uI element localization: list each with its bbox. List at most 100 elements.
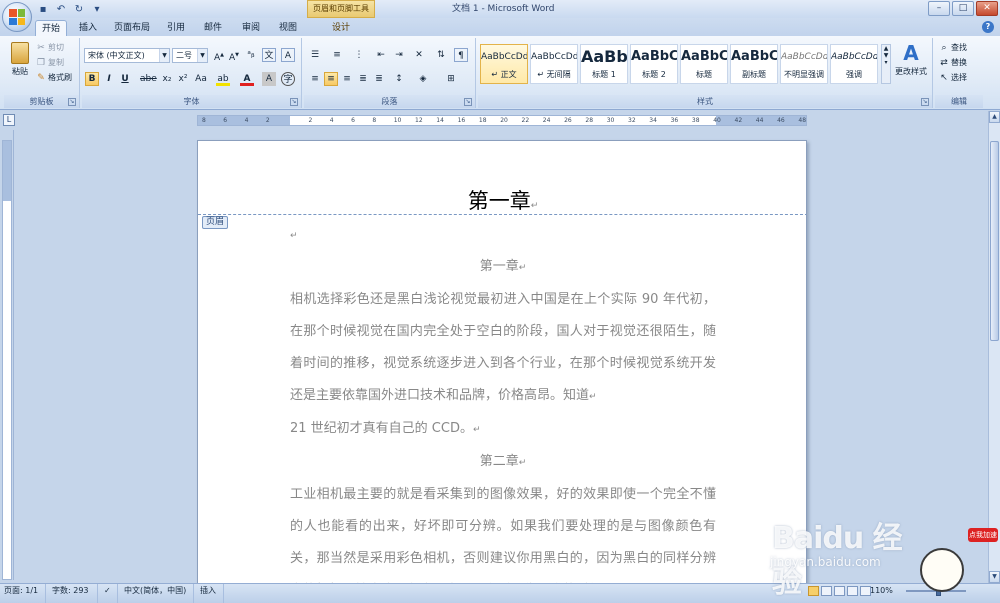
- scroll-down-icon[interactable]: ▼: [989, 571, 1000, 583]
- character-border-icon[interactable]: A: [281, 48, 295, 62]
- phonetic-guide-icon[interactable]: 文: [262, 48, 276, 62]
- style-emphasis[interactable]: AaBbCcDd 强调: [830, 44, 878, 84]
- align-left-icon[interactable]: ≡: [308, 72, 322, 86]
- office-button[interactable]: [2, 2, 32, 32]
- styles-group: AaBbCcDd ↵ 正文 AaBbCcDd ↵ 无间隔 AaBb 标题 1 A…: [478, 38, 933, 108]
- proofing-icon[interactable]: ✓: [100, 584, 118, 603]
- grow-font-icon[interactable]: A▲: [212, 48, 226, 63]
- redo-icon[interactable]: ↻: [72, 2, 86, 16]
- font-name-combo[interactable]: 宋体 (中文正文) ▼: [84, 48, 170, 63]
- paragraph-launcher-icon[interactable]: ↘: [464, 98, 472, 106]
- paragraph-group: ☰ ≡ ⋮ ⇤ ⇥ ✕ ⇅ ¶ ≡ ≡ ≡ ≣ ≣ ↕ ◈ ⊞ 段落 ↘: [304, 38, 476, 108]
- change-case-icon[interactable]: Aa: [194, 72, 208, 86]
- show-marks-icon[interactable]: ¶: [454, 48, 468, 62]
- find-button[interactable]: ⌕ 查找: [939, 42, 967, 53]
- style-normal[interactable]: AaBbCcDd ↵ 正文: [480, 44, 528, 84]
- justify-icon[interactable]: ≣: [356, 72, 370, 86]
- tab-page-layout[interactable]: 页面布局: [110, 20, 154, 36]
- borders-icon[interactable]: ⊞: [444, 72, 458, 86]
- ruler-tick-label: 4: [244, 117, 249, 124]
- close-button[interactable]: ✕: [976, 1, 998, 16]
- increase-indent-icon[interactable]: ⇥: [392, 48, 406, 62]
- style-title[interactable]: AaBbC 标题: [680, 44, 728, 84]
- shrink-font-icon[interactable]: A▼: [227, 48, 241, 63]
- tab-references[interactable]: 引用: [162, 20, 190, 36]
- insert-mode[interactable]: 插入: [196, 584, 224, 603]
- bullets-icon[interactable]: ☰: [308, 48, 322, 62]
- tab-mailings[interactable]: 邮件: [199, 20, 227, 36]
- decrease-indent-icon[interactable]: ⇤: [374, 48, 388, 62]
- sort-icon[interactable]: ⇅: [434, 48, 448, 62]
- line-spacing-icon[interactable]: ↕: [392, 72, 406, 86]
- chinese-layout-icon[interactable]: ✕: [412, 48, 426, 62]
- bold-button[interactable]: B: [85, 72, 99, 86]
- help-icon[interactable]: ?: [982, 21, 994, 33]
- align-right-icon[interactable]: ≡: [340, 72, 354, 86]
- shading-icon[interactable]: ◈: [416, 72, 430, 86]
- style-heading-2[interactable]: AaBbC 标题 2: [630, 44, 678, 84]
- ribbon: 粘贴 ✂ 剪切 ❐ 复制 ✎ 格式刷 剪贴板 ↘ 宋体 (中文正文) ▼ 二号 …: [0, 36, 1000, 110]
- character-shading-icon[interactable]: A: [262, 72, 276, 86]
- underline-button[interactable]: U: [118, 72, 132, 86]
- language-indicator[interactable]: 中文(简体，中国): [120, 584, 194, 603]
- subscript-button[interactable]: x₂: [160, 72, 174, 86]
- undo-icon[interactable]: ↶: [54, 2, 68, 16]
- ribbon-tabs: 开始 插入 页面布局 引用 邮件 审阅 视图 设计 ?: [0, 18, 1000, 36]
- maximize-button[interactable]: □: [952, 1, 974, 16]
- multilevel-list-icon[interactable]: ⋮: [352, 48, 366, 62]
- vertical-ruler[interactable]: [0, 130, 14, 580]
- font-color-icon[interactable]: A: [240, 72, 254, 86]
- select-button[interactable]: ↖ 选择: [939, 72, 967, 83]
- scroll-thumb[interactable]: [990, 141, 999, 341]
- italic-button[interactable]: I: [102, 72, 116, 86]
- window-controls: – □ ✕: [928, 1, 998, 16]
- style-subtitle[interactable]: AaBbC 副标题: [730, 44, 778, 84]
- tab-selector-icon[interactable]: L: [3, 114, 15, 126]
- vertical-scrollbar[interactable]: ▲ ▼: [988, 111, 1000, 583]
- speedup-badge[interactable]: 点我加速: [968, 528, 998, 542]
- style-subtle-emphasis[interactable]: AaBbCcDd 不明显强调: [780, 44, 828, 84]
- replace-button[interactable]: ⇄ 替换: [939, 57, 967, 68]
- style-heading-1[interactable]: AaBb 标题 1: [580, 44, 628, 84]
- tab-view[interactable]: 视图: [273, 20, 303, 36]
- header-content[interactable]: 第一章↵: [198, 185, 806, 215]
- document-body[interactable]: 第一章↵ 相机选择彩色还是黑白浅论视觉最初进入中国是在上个实际 90 年代初，在…: [290, 251, 716, 599]
- enclose-character-icon[interactable]: 字: [281, 72, 295, 86]
- save-icon[interactable]: ▪: [36, 2, 50, 16]
- tab-design[interactable]: 设计: [326, 20, 356, 36]
- styles-scroll[interactable]: ▲ ▼ ▾: [881, 44, 891, 84]
- copy-button[interactable]: ❐ 复制: [36, 57, 64, 68]
- superscript-button[interactable]: x²: [176, 72, 190, 86]
- ruler-tick-label: 20: [500, 117, 508, 124]
- page-count[interactable]: 页面: 1/1: [0, 584, 46, 603]
- horizontal-ruler[interactable]: 8 6 4 2 2 4 6 8 10 12 14 16 18 20 22 24 26 28 30 32 34 36 38 40…: [197, 115, 807, 126]
- scroll-up-icon[interactable]: ▲: [989, 111, 1000, 123]
- tab-review[interactable]: 审阅: [236, 20, 266, 36]
- clipboard-launcher-icon[interactable]: ↘: [68, 98, 76, 106]
- minimize-button[interactable]: –: [928, 1, 950, 16]
- distributed-icon[interactable]: ≣: [372, 72, 386, 86]
- tab-insert[interactable]: 插入: [72, 20, 104, 36]
- change-styles-button[interactable]: A 更改样式: [892, 42, 930, 77]
- document-page[interactable]: 第一章↵ 页眉 ↵ 第一章↵ 相机选择彩色还是黑白浅论视觉最初进入中国是在上个实…: [197, 140, 807, 600]
- ruler-tick-label: 8: [372, 117, 377, 124]
- customize-qat-icon[interactable]: ▾: [90, 2, 104, 16]
- style-no-spacing[interactable]: AaBbCcDd ↵ 无间隔: [530, 44, 578, 84]
- align-center-icon[interactable]: ≡: [324, 72, 338, 86]
- paragraph-mark: ↵: [530, 201, 539, 211]
- highlight-icon[interactable]: ab: [216, 72, 230, 86]
- clear-format-icon[interactable]: ᵃᵦ: [244, 48, 258, 62]
- clipboard-group: 粘贴 ✂ 剪切 ❐ 复制 ✎ 格式刷 剪贴板 ↘: [4, 38, 80, 108]
- font-size-combo[interactable]: 二号 ▼: [172, 48, 208, 63]
- tab-home[interactable]: 开始: [35, 20, 67, 36]
- strikethrough-button[interactable]: abe: [140, 72, 157, 86]
- numbering-icon[interactable]: ≡: [330, 48, 344, 62]
- quick-access-toolbar: ▪ ↶ ↻ ▾: [36, 2, 104, 16]
- paste-button[interactable]: 粘贴: [8, 42, 32, 77]
- style-name: ↵ 无间隔: [537, 70, 571, 79]
- format-painter-button[interactable]: ✎ 格式刷: [36, 72, 72, 83]
- styles-launcher-icon[interactable]: ↘: [921, 98, 929, 106]
- font-launcher-icon[interactable]: ↘: [290, 98, 298, 106]
- word-count[interactable]: 字数: 293: [48, 584, 98, 603]
- cut-button[interactable]: ✂ 剪切: [36, 42, 64, 53]
